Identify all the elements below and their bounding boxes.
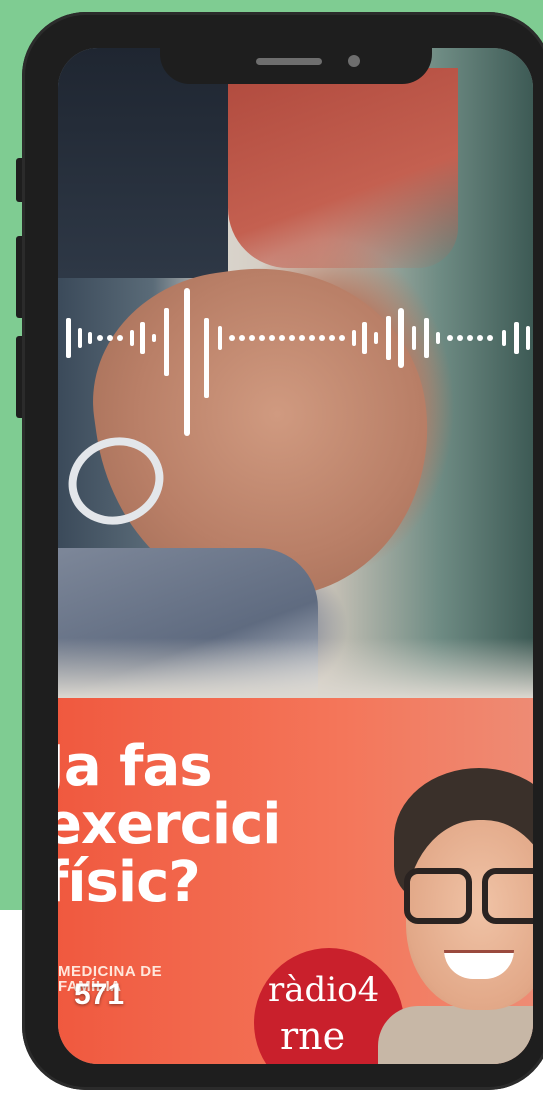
logo-text-radio4: ràdio4 [268, 970, 380, 1010]
logo-text-rne: rne [280, 1014, 346, 1058]
episode-headline: Ja fas exercici físic? [58, 738, 281, 915]
speaker-grille [256, 58, 322, 65]
headline-line-2: exercici [58, 792, 281, 857]
view-count: 571 [74, 978, 125, 1011]
headline-line-3: físic? [58, 850, 201, 915]
video-screen[interactable]: Ja fas exercici físic? MEDICINA DE FAMÍL… [58, 48, 533, 1064]
episode-banner: Ja fas exercici físic? MEDICINA DE FAMÍL… [58, 698, 533, 1064]
headline-line-1: Ja fas [58, 734, 213, 799]
front-camera [348, 55, 360, 67]
audio-waveform-icon [66, 288, 530, 436]
presenter-photo [378, 768, 533, 1064]
